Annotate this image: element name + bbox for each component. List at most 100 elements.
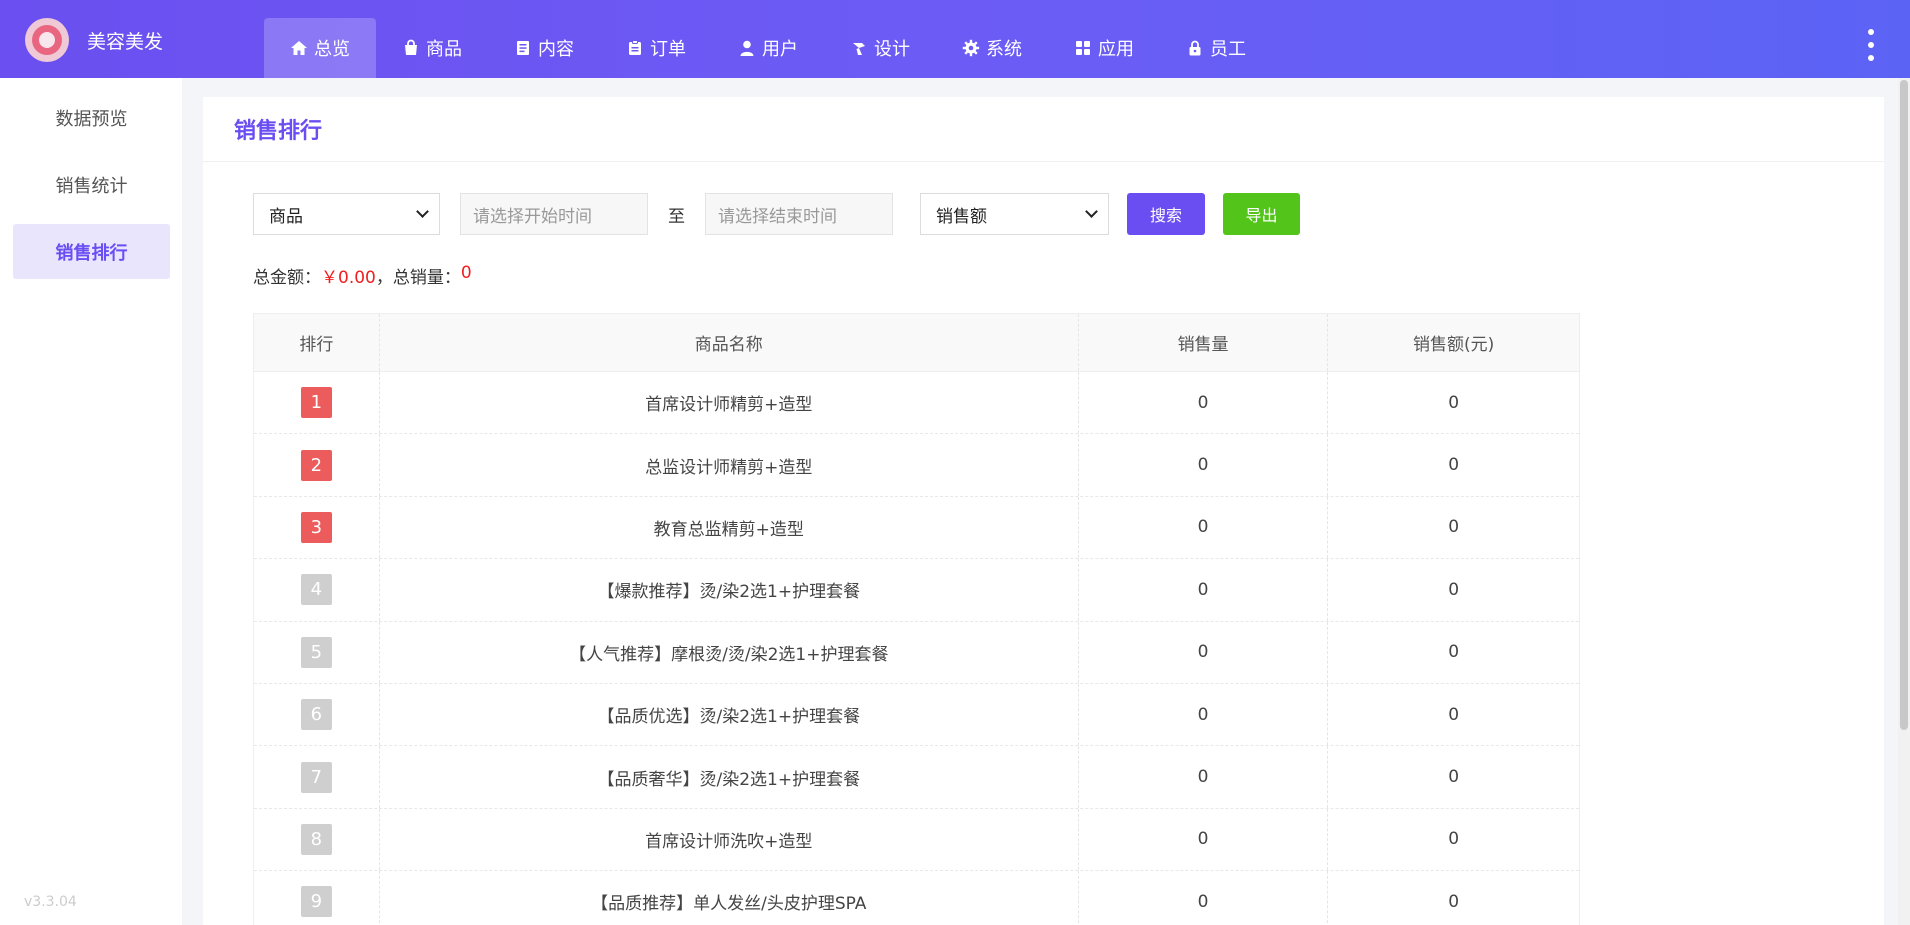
sales-amount-cell: 0 (1448, 392, 1460, 413)
column-header-sales-qty: 销售量 (1079, 314, 1329, 371)
rank-badge: 9 (300, 886, 332, 918)
paint-icon (850, 39, 868, 57)
more-menu-icon[interactable] (1867, 29, 1875, 61)
table-row: 6 【品质优选】烫/染2选1+护理套餐 0 0 (254, 683, 1579, 747)
nav-item-products[interactable]: 商品 (376, 18, 488, 78)
table-header: 排行 商品名称 销售量 销售额(元) (254, 314, 1579, 372)
nav-item-system[interactable]: 系统 (936, 18, 1048, 78)
sales-qty-cell: 0 (1079, 808, 1329, 871)
table-row: 4 【爆款推荐】烫/染2选1+护理套餐 0 0 (254, 559, 1579, 622)
total-qty-label: 总销量： (392, 268, 461, 288)
product-name-cell: 【爆款推荐】烫/染2选1+护理套餐 (380, 559, 1079, 621)
sales-qty-cell: 0 (1079, 871, 1329, 925)
logo (25, 18, 69, 62)
chevron-down-icon (416, 205, 429, 218)
rank-badge: 3 (300, 511, 332, 543)
sales-amount-cell: 0 (1448, 455, 1460, 476)
lock-icon (1186, 39, 1204, 57)
sales-qty-cell: 0 (1079, 621, 1329, 683)
table-row: 9 【品质推荐】单人发丝/头皮护理SPA 0 0 (254, 871, 1579, 925)
product-name-cell: 教育总监精剪+造型 (380, 496, 1079, 559)
end-date-input[interactable]: 请选择结束时间 (705, 193, 893, 235)
nav-label: 用户 (762, 39, 798, 60)
page-scrollbar[interactable] (1898, 78, 1910, 925)
nav-item-overview[interactable]: 总览 (264, 18, 376, 78)
table-row: 2 总监设计师精剪+造型 0 0 (254, 434, 1579, 497)
nav-label: 员工 (1210, 39, 1246, 60)
nav-item-staff[interactable]: 员工 (1160, 18, 1272, 78)
nav-label: 系统 (986, 39, 1022, 60)
rank-badge: 5 (300, 636, 332, 668)
sidebar-item-data-preview[interactable]: 数据预览 (13, 90, 170, 145)
sales-amount-cell: 0 (1448, 579, 1460, 600)
top-navbar: 美容美发 总览 商品 内容 订单 用户 设计 系统 应用 员工 (0, 0, 1910, 78)
product-name-cell: 【品质推荐】单人发丝/头皮护理SPA (380, 871, 1079, 925)
sales-qty-cell: 0 (1079, 496, 1329, 559)
nav-label: 设计 (874, 39, 910, 60)
sales-amount-cell: 0 (1448, 767, 1460, 788)
total-qty-value: 0 (460, 263, 472, 283)
column-header-product-name: 商品名称 (380, 314, 1079, 371)
sales-ranking-table: 排行 商品名称 销售量 销售额(元) 1 首席设计师精剪+造型 0 0 2 总监… (253, 313, 1580, 925)
product-name-cell: 【品质奢华】烫/染2选1+护理套餐 (380, 746, 1079, 808)
nav-label: 应用 (1098, 39, 1134, 60)
scrollbar-thumb[interactable] (1900, 80, 1908, 730)
sales-amount-cell: 0 (1448, 829, 1460, 850)
column-header-rank: 排行 (254, 314, 380, 371)
table-row: 8 首席设计师洗吹+造型 0 0 (254, 808, 1579, 872)
nav-item-design[interactable]: 设计 (824, 18, 936, 78)
sales-amount-cell: 0 (1448, 704, 1460, 725)
summary-separator: ， (375, 268, 393, 288)
rank-badge: 7 (300, 761, 332, 793)
panel-header: 销售排行 (203, 97, 1884, 162)
total-amount-label: 总金额： (253, 268, 321, 288)
total-amount-value: ￥0.00 (321, 268, 376, 288)
rank-badge: 4 (300, 574, 332, 606)
sales-qty-cell: 0 (1079, 746, 1329, 808)
nav-item-apps[interactable]: 应用 (1048, 18, 1160, 78)
rank-badge: 2 (300, 449, 332, 481)
brand[interactable]: 美容美发 (25, 18, 163, 62)
main-panel: 销售排行 商品 请选择开始时间 至 请选择结束时间 销售额 搜索 导出 总金额：… (203, 97, 1884, 925)
filter-bar: 商品 请选择开始时间 至 请选择结束时间 销售额 搜索 导出 (253, 193, 1300, 235)
export-button[interactable]: 导出 (1223, 193, 1300, 235)
bag-icon (402, 39, 420, 57)
clipboard-icon (626, 39, 644, 57)
gear-icon (962, 39, 980, 57)
type-select[interactable]: 商品 (253, 193, 440, 235)
nav-label: 商品 (426, 39, 462, 60)
home-icon (290, 39, 308, 57)
chevron-down-icon (1085, 205, 1098, 218)
table-row: 5 【人气推荐】摩根烫/烫/染2选1+护理套餐 0 0 (254, 621, 1579, 684)
column-header-sales-amount: 销售额(元) (1413, 335, 1495, 355)
nav-item-orders[interactable]: 订单 (600, 18, 712, 78)
product-name-cell: 【人气推荐】摩根烫/烫/染2选1+护理套餐 (380, 621, 1079, 683)
user-icon (738, 39, 756, 57)
table-row: 1 首席设计师精剪+造型 0 0 (254, 372, 1579, 435)
search-button[interactable]: 搜索 (1127, 193, 1205, 235)
product-name-cell: 总监设计师精剪+造型 (380, 434, 1079, 496)
summary-line: 总金额： ￥0.00 ， 总销量： 0 (253, 263, 472, 288)
sidebar: 数据预览 销售统计 销售排行 v3.3.04 (0, 78, 182, 925)
sales-qty-cell: 0 (1079, 683, 1329, 746)
sales-qty-cell: 0 (1079, 559, 1329, 621)
version-label: v3.3.04 (24, 894, 77, 910)
nav-label: 总览 (314, 39, 350, 60)
rank-badge: 1 (300, 387, 332, 419)
nav-item-users[interactable]: 用户 (712, 18, 824, 78)
type-select-value: 商品 (269, 206, 303, 227)
product-name-cell: 首席设计师精剪+造型 (380, 372, 1079, 434)
sidebar-item-sales-ranking[interactable]: 销售排行 (13, 224, 170, 279)
product-name-cell: 首席设计师洗吹+造型 (380, 808, 1079, 871)
sort-select[interactable]: 销售额 (920, 193, 1109, 235)
rank-badge: 8 (300, 823, 332, 855)
table-row: 3 教育总监精剪+造型 0 0 (254, 496, 1579, 560)
product-name-cell: 【品质优选】烫/染2选1+护理套餐 (380, 683, 1079, 746)
page-title: 销售排行 (234, 119, 323, 144)
start-date-input[interactable]: 请选择开始时间 (460, 193, 648, 235)
nav-item-content[interactable]: 内容 (488, 18, 600, 78)
document-icon (514, 39, 532, 57)
apps-grid-icon (1074, 39, 1092, 57)
sidebar-item-sales-stats[interactable]: 销售统计 (13, 157, 170, 212)
sales-amount-cell: 0 (1448, 517, 1460, 538)
